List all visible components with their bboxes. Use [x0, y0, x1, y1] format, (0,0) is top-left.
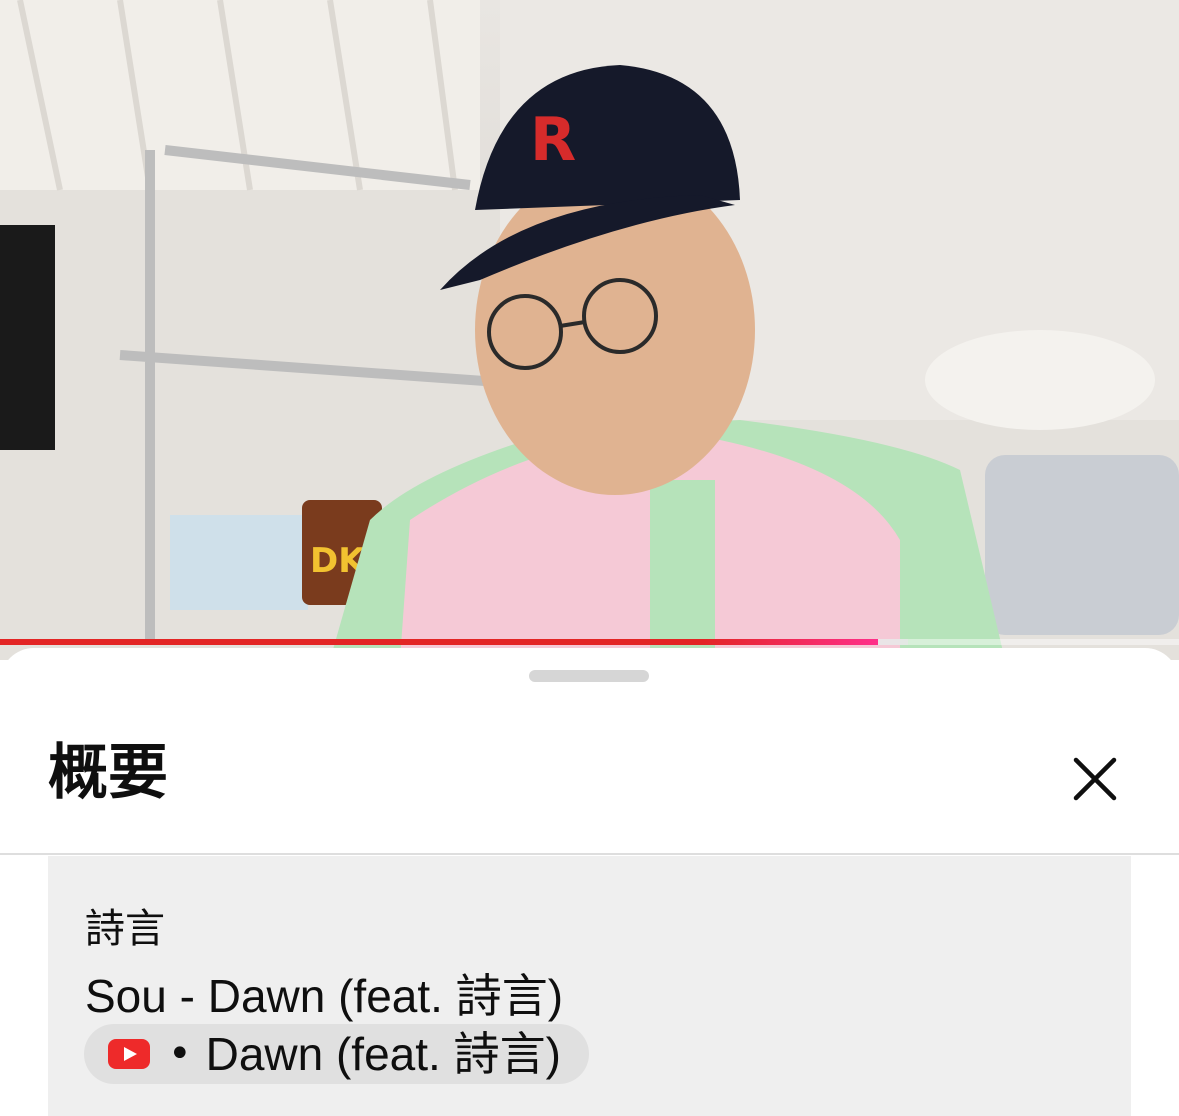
sheet-title: 概要 — [48, 738, 168, 808]
sheet-grabber-handle[interactable] — [529, 670, 649, 682]
chip-separator: • — [168, 1031, 192, 1077]
artist-name: 詩言 — [85, 906, 165, 952]
music-link-chip[interactable]: • Dawn (feat. 詩言) — [84, 1024, 589, 1084]
track-title: Sou - Dawn (feat. 詩言) — [85, 970, 564, 1022]
youtube-icon — [108, 1039, 150, 1069]
close-icon — [1073, 757, 1117, 801]
description-sheet: 概要 詩言 Sou - Dawn (feat. 詩言) • Dawn (feat… — [0, 648, 1179, 1116]
video-player[interactable]: DK R — [0, 0, 1179, 660]
progress-played — [0, 639, 879, 645]
header-divider — [0, 853, 1179, 855]
description-card: 詩言 Sou - Dawn (feat. 詩言) • Dawn (feat. 詩… — [48, 856, 1131, 1116]
chip-label: Dawn (feat. 詩言) — [205, 1028, 561, 1080]
video-frame-image: DK R — [0, 0, 1179, 660]
close-button[interactable] — [1064, 748, 1126, 810]
progress-bar[interactable] — [0, 639, 1179, 645]
svg-text:R: R — [530, 105, 576, 175]
